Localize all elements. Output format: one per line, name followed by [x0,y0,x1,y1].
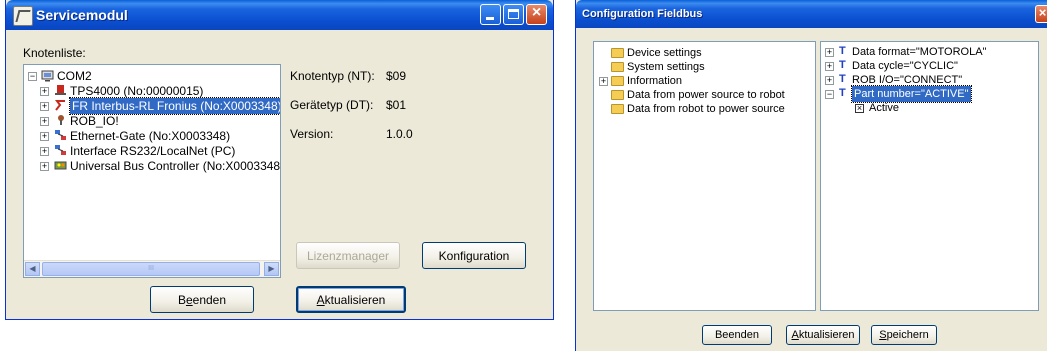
refresh-button[interactable]: Aktualisieren [786,325,860,345]
close-button[interactable]: × [1035,5,1047,23]
configuration-button[interactable]: Konfiguration [422,242,526,269]
collapse-toggle[interactable]: − [28,72,37,81]
exit-button[interactable]: Beenden [150,286,254,313]
device-type-value: $01 [386,98,407,112]
close-icon: × [531,4,542,21]
folder-icon [611,62,624,72]
network-icon [55,145,66,155]
close-icon: × [1038,5,1047,20]
node-type-label: Knotentyp (NT): [290,69,375,83]
refresh-button[interactable]: Aktualisieren [296,286,406,313]
node-tree[interactable]: − COM2 + TPS4000 (No:00000015) + FR Inte… [23,64,281,278]
maximize-icon [508,9,519,19]
parameter-tree[interactable]: + T Data format="MOTOROLA" + T Data cycl… [820,41,1039,311]
expand-toggle[interactable]: + [599,77,608,86]
io-icon [58,115,64,125]
settings-tree[interactable]: Device settings System settings + Inform… [593,41,816,311]
maximize-button[interactable] [503,4,524,25]
expand-toggle[interactable]: + [40,132,49,141]
tree-item-fr-interbus[interactable]: FR Interbus-RL Fronius (No:X0003348) [69,97,280,115]
computer-icon [41,70,54,82]
servicemodul-window: Servicemodul × Knotenliste: − COM2 + TPS… [5,0,554,320]
expand-toggle[interactable]: + [40,162,49,171]
save-label: Speichern [879,329,929,341]
text-type-icon: T [839,45,846,57]
servicemodul-titlebar[interactable]: Servicemodul × [6,0,553,30]
checkbox-icon[interactable]: × [855,104,864,113]
expand-toggle[interactable]: + [825,62,834,71]
save-button[interactable]: Speichern [871,325,937,345]
folder-icon [611,48,624,58]
tree-item-tps4000[interactable]: TPS4000 (No:00000015) [70,83,203,99]
tree-item-rob-io[interactable]: ROB_IO! [70,113,119,129]
text-type-icon: T [839,59,846,71]
minimize-button[interactable] [480,4,501,25]
network-icon [55,130,66,140]
folder-icon [611,104,624,114]
exit-button[interactable]: Beenden [702,325,772,345]
controller-icon [54,161,67,170]
horizontal-scrollbar[interactable]: ◀ III ▶ [24,260,280,277]
node-type-value: $09 [386,69,407,83]
expand-toggle[interactable]: + [40,87,49,96]
collapse-toggle[interactable]: − [825,90,834,99]
expand-toggle[interactable]: + [40,102,49,111]
tree-item-com2[interactable]: COM2 [57,68,92,84]
window-title: Configuration Fieldbus [582,8,703,20]
robot-icon [55,100,65,111]
fieldbus-window: Configuration Fieldbus × Device settings… [575,0,1047,351]
refresh-label: Aktualisieren [791,329,855,341]
version-value: 1.0.0 [386,127,413,141]
tree-item-universal-bus[interactable]: Universal Bus Controller (No:X0003348) [70,158,280,174]
app-icon [13,6,33,26]
tree-item-ethernet-gate[interactable]: Ethernet-Gate (No:X0003348) [70,128,230,144]
scroll-left-button[interactable]: ◀ [25,262,40,276]
text-type-icon: T [839,73,846,85]
tree-item-data-robot-to-ps[interactable]: Data from robot to power source [627,101,785,117]
device-type-label: Gerätetyp (DT): [290,98,374,112]
fieldbus-titlebar[interactable]: Configuration Fieldbus × [576,0,1047,28]
text-type-icon: T [839,87,846,99]
close-button[interactable]: × [526,4,547,25]
expand-toggle[interactable]: + [40,147,49,156]
exit-label: Beenden [177,292,227,307]
expand-toggle[interactable]: + [825,48,834,57]
folder-icon [611,90,624,100]
refresh-label: Aktualisieren [316,292,386,307]
param-option-active[interactable]: Active [869,100,899,116]
window-title: Servicemodul [36,7,128,23]
node-list-label: Knotenliste: [23,46,86,60]
tree-item-interface-rs232[interactable]: Interface RS232/LocalNet (PC) [70,143,235,159]
scroll-thumb[interactable]: III [42,262,260,276]
power-source-icon [55,85,66,95]
expand-toggle[interactable]: + [40,117,49,126]
minimize-icon [486,17,494,20]
expand-toggle[interactable]: + [825,76,834,85]
license-manager-button[interactable]: Lizenzmanager [296,242,400,269]
folder-icon [611,76,624,86]
version-label: Version: [290,127,334,141]
scroll-right-button[interactable]: ▶ [264,262,279,276]
